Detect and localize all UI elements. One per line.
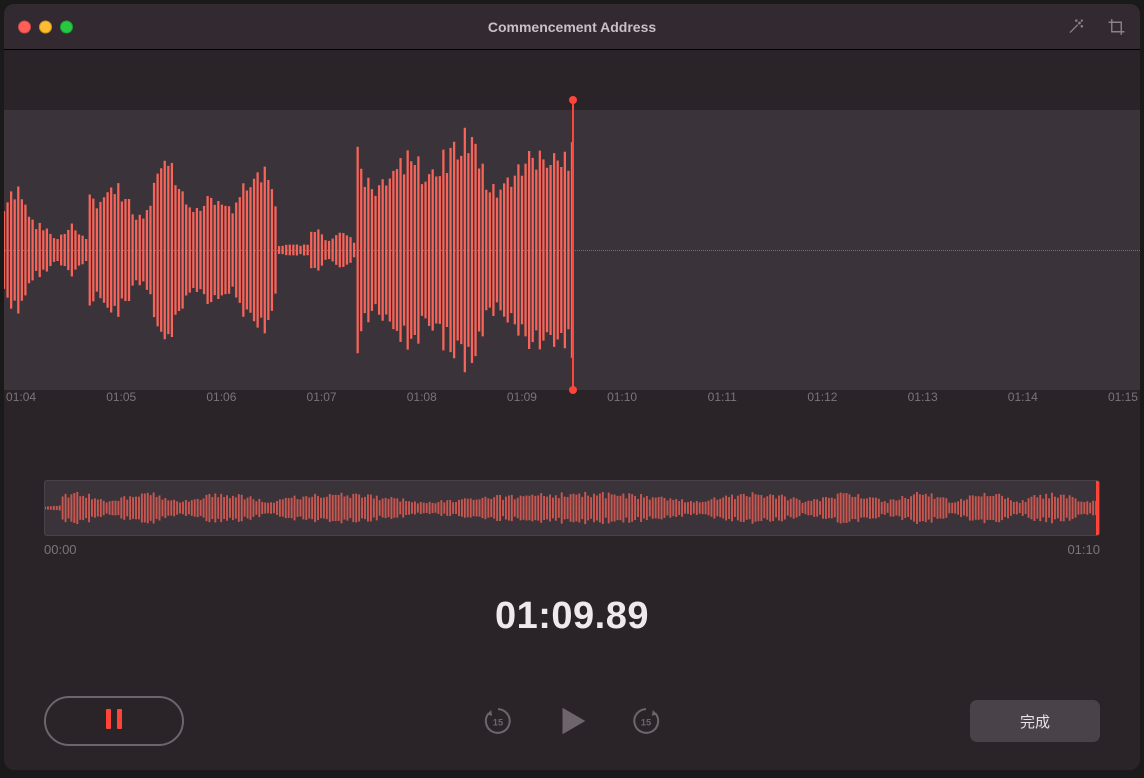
waveform-overview[interactable] xyxy=(44,480,1100,536)
ruler-tick: 01:06 xyxy=(206,390,236,404)
waveform-overview-svg xyxy=(45,481,1099,535)
overview-start-label: 00:00 xyxy=(44,542,77,557)
pause-record-button[interactable] xyxy=(44,696,184,746)
ruler-tick: 01:12 xyxy=(807,390,837,404)
time-ruler: 01:04 01:05 01:06 01:07 01:08 01:09 01:10 01:11… xyxy=(4,390,1140,418)
ruler-tick: 01:13 xyxy=(908,390,938,404)
skip-forward-15-button[interactable]: 15 xyxy=(629,704,663,738)
ruler-tick: 01:05 xyxy=(106,390,136,404)
ruler-tick: 01:09 xyxy=(507,390,537,404)
window-close-button[interactable] xyxy=(18,20,31,33)
done-button-label: 完成 xyxy=(1020,711,1050,732)
overview-end-label: 01:10 xyxy=(1067,542,1100,557)
ruler-tick: 01:11 xyxy=(708,390,737,404)
current-time-display: 01:09.89 xyxy=(4,595,1140,638)
waveform-main xyxy=(4,110,572,390)
trim-icon[interactable] xyxy=(1107,17,1126,36)
ruler-tick: 01:10 xyxy=(607,390,637,404)
titlebar: Commencement Address xyxy=(4,4,1140,50)
skip-forward-amount: 15 xyxy=(641,717,651,727)
waveform-main-area[interactable]: 01:0401:0501:0601:0701:0801:0901:1001:11… xyxy=(4,50,1140,390)
ruler-tick: 01:08 xyxy=(407,390,437,404)
window-title: Commencement Address xyxy=(488,19,656,35)
window-zoom-button[interactable] xyxy=(60,20,73,33)
pause-icon xyxy=(103,709,125,734)
playhead-indicator[interactable] xyxy=(572,100,574,390)
magic-wand-icon[interactable] xyxy=(1066,17,1085,36)
play-button[interactable] xyxy=(553,702,591,740)
skip-back-amount: 15 xyxy=(493,717,503,727)
done-button[interactable]: 完成 xyxy=(970,700,1100,742)
skip-back-15-button[interactable]: 15 xyxy=(481,704,515,738)
ruler-tick: 01:15 xyxy=(1108,390,1138,404)
overview-position-marker[interactable] xyxy=(1096,480,1099,536)
ruler-tick: 01:07 xyxy=(307,390,337,404)
window-minimize-button[interactable] xyxy=(39,20,52,33)
ruler-tick: 01:04 xyxy=(6,390,36,404)
ruler-tick: 01:14 xyxy=(1008,390,1038,404)
